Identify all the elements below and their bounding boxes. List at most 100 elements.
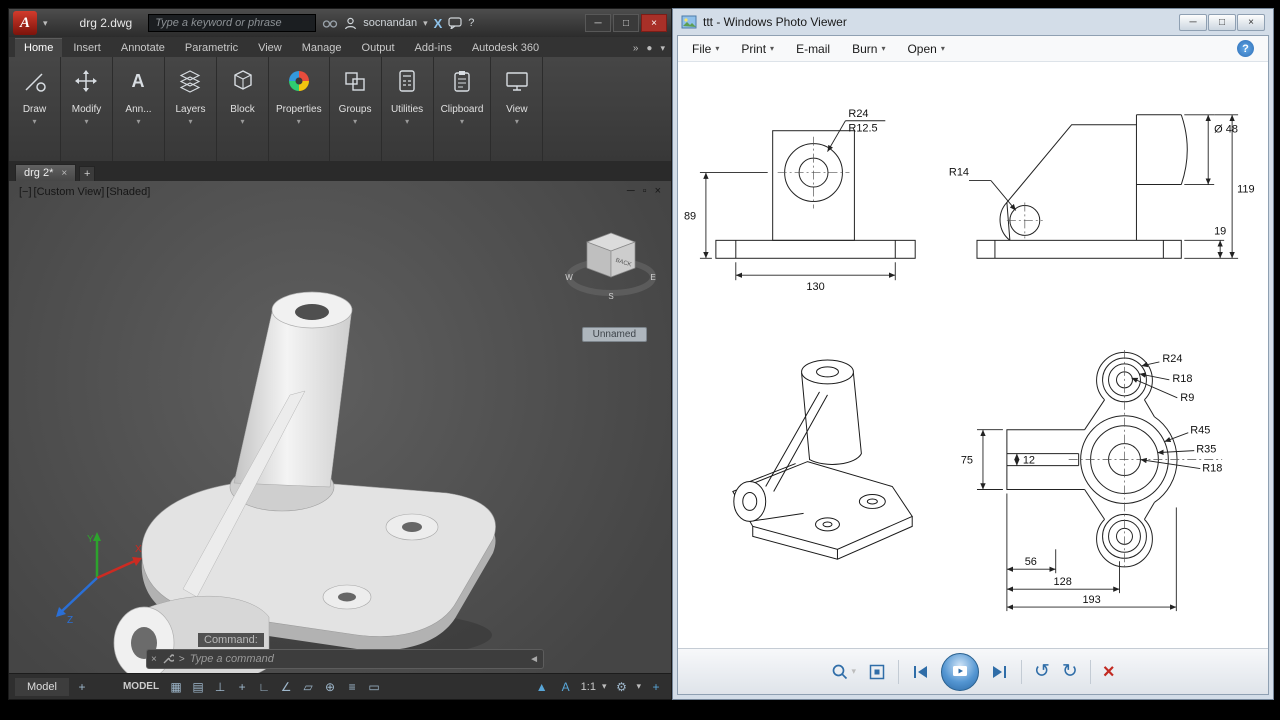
command-customize-wrench-icon[interactable] [162, 653, 174, 665]
delete-button[interactable]: × [1103, 662, 1115, 682]
zoom-button[interactable]: ▾ [831, 663, 856, 681]
visual-style-control[interactable]: [Shaded] [106, 186, 150, 198]
next-button[interactable] [991, 665, 1009, 679]
viewcube-ucs-pill[interactable]: Unnamed [582, 327, 647, 342]
maximize-button[interactable]: □ [613, 14, 639, 32]
command-bar[interactable]: × > ◄ [146, 649, 544, 669]
panel-clipboard[interactable]: Clipboard ▾ [434, 57, 492, 161]
minimize-button[interactable]: ─ [585, 14, 611, 32]
isometric-drafting-icon[interactable]: ▱ [299, 678, 317, 696]
panel-flyout-arrow-icon[interactable]: ▾ [188, 117, 192, 126]
file-tab-drg2[interactable]: drg 2* × [15, 164, 76, 181]
tab-view[interactable]: View [249, 39, 291, 57]
panel-utilities[interactable]: Utilities ▾ [382, 57, 434, 161]
panel-layers[interactable]: Layers ▾ [165, 57, 217, 161]
panel-flyout-arrow-icon[interactable]: ▾ [297, 117, 301, 126]
model-layout-tab[interactable]: Model [15, 678, 69, 696]
panel-flyout-arrow-icon[interactable]: ▾ [32, 117, 36, 126]
panel-block[interactable]: Block ▾ [217, 57, 269, 161]
tab-output[interactable]: Output [353, 39, 404, 57]
command-recent-arrow-icon[interactable]: ◄ [529, 654, 539, 665]
panel-properties[interactable]: Properties ▾ [269, 57, 330, 161]
customization-plus-icon[interactable]: + [647, 678, 665, 696]
user-menu-arrow-icon[interactable]: ▾ [423, 18, 428, 29]
signin-user[interactable]: socnandan [363, 17, 417, 29]
panel-flyout-arrow-icon[interactable]: ▾ [460, 117, 464, 126]
ortho-mode-icon[interactable]: ∟ [255, 678, 273, 696]
command-close-icon[interactable]: × [151, 654, 157, 665]
viewcube-east[interactable]: E [650, 273, 655, 282]
rotate-counterclockwise-button[interactable]: ↺ [1034, 662, 1050, 681]
panel-flyout-arrow-icon[interactable]: ▾ [136, 117, 140, 126]
object-snap-icon[interactable]: ⊕ [321, 678, 339, 696]
minimize-button[interactable]: ─ [1179, 14, 1207, 31]
infocenter-dot-icon[interactable]: ● [646, 43, 652, 54]
new-drawing-tab-button[interactable]: + [79, 166, 95, 181]
drawing-restore-icon[interactable]: ▫ [643, 185, 647, 197]
panel-flyout-arrow-icon[interactable]: ▾ [353, 117, 357, 126]
drawing-minimize-icon[interactable]: ─ [627, 185, 635, 197]
viewcube-south[interactable]: S [608, 292, 613, 301]
viewport-menu-control[interactable]: [−] [19, 186, 32, 198]
viewcube[interactable]: N E S W BACK [563, 219, 659, 320]
infer-constraints-icon[interactable]: ⊥ [211, 678, 229, 696]
grid-display-icon[interactable]: ▦ [167, 678, 185, 696]
scale-menu-arrow-icon[interactable]: ▾ [602, 681, 607, 692]
panel-flyout-arrow-icon[interactable]: ▾ [240, 117, 244, 126]
menu-burn[interactable]: Burn ▾ [852, 42, 885, 56]
lineweight-icon[interactable]: ≡ [343, 678, 361, 696]
previous-button[interactable] [911, 665, 929, 679]
panel-view[interactable]: View ▾ [491, 57, 543, 161]
command-input[interactable] [190, 653, 524, 665]
maximize-button[interactable]: □ [1208, 14, 1236, 31]
annotation-visibility-icon[interactable]: ▲ [533, 678, 551, 696]
tab-home[interactable]: Home [15, 38, 62, 57]
binoculars-search-icon[interactable] [322, 16, 338, 30]
panel-draw[interactable]: Draw ▾ [9, 57, 61, 161]
tab-manage[interactable]: Manage [293, 39, 351, 57]
panel-groups[interactable]: Groups ▾ [330, 57, 382, 161]
panel-annotation[interactable]: A Ann... ▾ [113, 57, 165, 161]
menu-email[interactable]: E-mail [796, 42, 830, 56]
help-icon[interactable]: ? [468, 17, 474, 29]
app-menu-arrow-icon[interactable]: ▾ [43, 18, 48, 29]
tab-addins[interactable]: Add-ins [406, 39, 461, 57]
tab-parametric[interactable]: Parametric [176, 39, 247, 57]
annotation-scale-value[interactable]: 1:1 [581, 681, 596, 693]
workspace-gear-icon[interactable]: ⚙ [612, 678, 630, 696]
dynamic-input-icon[interactable]: + [233, 678, 251, 696]
snap-mode-icon[interactable]: ▤ [189, 678, 207, 696]
workspace-menu-arrow-icon[interactable]: ▾ [636, 681, 641, 692]
menu-open[interactable]: Open ▾ [907, 42, 944, 56]
panel-modify[interactable]: Modify ▾ [61, 57, 113, 161]
rotate-clockwise-button[interactable]: ↻ [1062, 662, 1078, 681]
drawing-close-icon[interactable]: × [655, 185, 661, 197]
menu-file[interactable]: File ▾ [692, 42, 719, 56]
polar-tracking-icon[interactable]: ∠ [277, 678, 295, 696]
panel-flyout-arrow-icon[interactable]: ▾ [84, 117, 88, 126]
ribbon-overflow-icon[interactable]: » [633, 43, 639, 54]
close-button[interactable]: × [1237, 14, 1265, 31]
ribbon-collapse-arrow-icon[interactable]: ▾ [660, 43, 665, 54]
view-control[interactable]: [Custom View] [34, 186, 105, 198]
model-viewport[interactable]: [−] [Custom View] [Shaded] ─ ▫ × [9, 181, 671, 673]
communication-icon[interactable] [448, 17, 462, 29]
quick-properties-icon[interactable]: ▭ [365, 678, 383, 696]
new-layout-icon[interactable]: + [73, 678, 91, 696]
viewcube-west[interactable]: W [565, 273, 573, 282]
exchange-apps-icon[interactable]: X [434, 16, 443, 31]
panel-flyout-arrow-icon[interactable]: ▾ [515, 117, 519, 126]
autocad-logo[interactable]: A [13, 11, 37, 35]
close-button[interactable]: × [641, 14, 667, 32]
tab-annotate[interactable]: Annotate [112, 39, 174, 57]
slideshow-button[interactable] [941, 653, 979, 691]
tab-autodesk360[interactable]: Autodesk 360 [463, 39, 548, 57]
panel-flyout-arrow-icon[interactable]: ▾ [405, 117, 409, 126]
model-space-toggle[interactable]: MODEL [123, 681, 159, 692]
menu-print[interactable]: Print ▾ [741, 42, 774, 56]
annotation-autoscale-icon[interactable]: A [557, 678, 575, 696]
tab-insert[interactable]: Insert [64, 39, 110, 57]
file-tab-close-icon[interactable]: × [61, 168, 67, 179]
zoom-menu-arrow-icon[interactable]: ▾ [851, 666, 856, 677]
help-icon[interactable]: ? [1237, 40, 1254, 57]
